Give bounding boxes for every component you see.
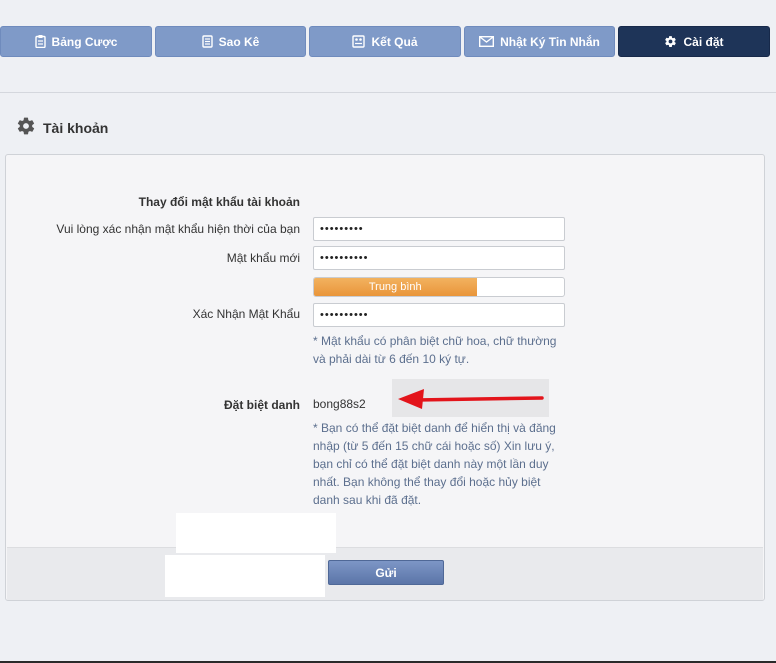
account-panel: Thay đổi mật khẩu tài khoản Vui lòng xác… xyxy=(5,154,765,601)
tab-cai-dat[interactable]: Cài đặt xyxy=(618,26,770,57)
nickname-note: * Bạn có thể đặt biệt danh để hiển thị v… xyxy=(313,421,556,507)
header-divider xyxy=(0,92,776,93)
tab-label: Kết Quả xyxy=(371,34,418,49)
clipboard-icon xyxy=(34,35,46,48)
password-heading: Thay đổi mật khẩu tài khoản xyxy=(138,195,300,209)
section-title-text: Tài khoản xyxy=(43,119,109,136)
current-password-input[interactable]: ••••••••• xyxy=(313,217,565,241)
gear-icon xyxy=(664,35,677,48)
confirm-password-input[interactable]: •••••••••• xyxy=(313,303,565,327)
tab-sao-ke[interactable]: Sao Kê xyxy=(155,26,306,57)
tab-label: Bảng Cược xyxy=(51,34,118,49)
results-icon xyxy=(352,35,366,48)
top-tabs: Bảng Cược Sao Kê Kết Quả Nhật Ký Tin Nhắ… xyxy=(0,26,776,58)
nickname-value: bong88s2 xyxy=(313,397,366,411)
submit-button[interactable]: Gửi xyxy=(328,560,444,585)
new-password-input[interactable]: •••••••••• xyxy=(313,246,565,270)
gear-icon xyxy=(16,116,36,139)
current-password-label: Vui lòng xác nhận mật khẩu hiện thời của… xyxy=(56,222,300,236)
ledger-icon xyxy=(201,35,213,48)
envelope-icon xyxy=(479,36,495,47)
nickname-label: Đặt biệt danh xyxy=(223,398,300,412)
tab-label: Nhật Ký Tin Nhắn xyxy=(500,34,600,49)
tab-ket-qua[interactable]: Kết Quả xyxy=(309,26,461,57)
confirm-password-label: Xác Nhận Mật Khẩu xyxy=(192,307,300,321)
red-arrow-icon xyxy=(398,389,544,409)
section-title: Tài khoản xyxy=(16,116,108,139)
tab-label: Cài đặt xyxy=(683,34,724,49)
tab-label: Sao Kê xyxy=(218,34,260,49)
tab-bang-cuoc[interactable]: Bảng Cược xyxy=(0,26,152,57)
password-note: * Mật khẩu có phân biệt chữ hoa, chữ thư… xyxy=(313,334,557,366)
redacted-block xyxy=(165,555,325,597)
new-password-label: Mật khẩu mới xyxy=(226,251,300,265)
password-strength-meter: Trung bình xyxy=(313,277,565,297)
tab-nhat-ky-tin-nhan[interactable]: Nhật Ký Tin Nhắn xyxy=(464,26,615,57)
redacted-block xyxy=(176,513,336,553)
strength-label: Trung bình xyxy=(368,281,422,293)
